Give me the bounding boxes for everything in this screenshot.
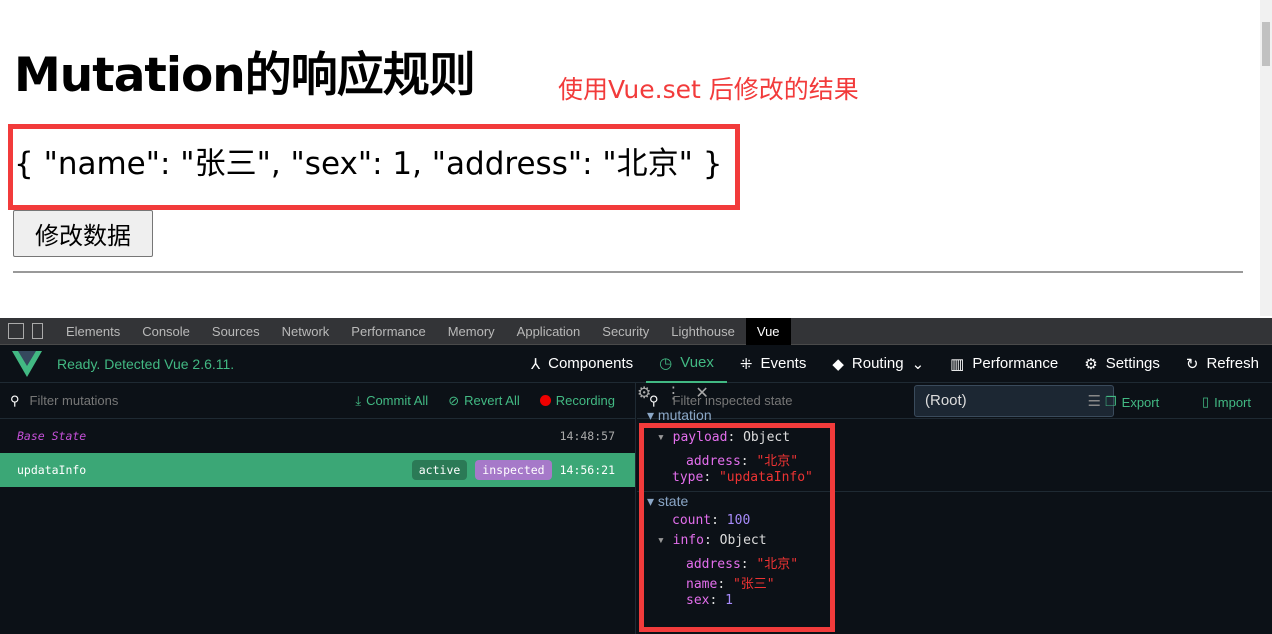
filter-mutations-input[interactable]: Filter mutations [30, 393, 119, 408]
devtools-tabbar: Elements Console Sources Network Perform… [0, 317, 1272, 402]
mutations-pane: ⚲ Filter mutations ⤓ Commit All ⊘ Revert A… [0, 383, 636, 634]
status-text: Ready. Detected Vue 2.6.11. [57, 355, 235, 372]
chevron-down-icon: ⌄ [911, 355, 925, 373]
copy-icon: ❐ [1105, 394, 1117, 409]
nav-vuex[interactable]: ◷ Vuex [646, 345, 727, 383]
commit-all-button[interactable]: ⤓ Commit All [355, 393, 428, 409]
tab-network[interactable]: Network [271, 318, 341, 345]
settings-icon: ⚙ [1084, 355, 1098, 373]
events-icon: ⁜ [739, 355, 753, 373]
record-icon [539, 395, 551, 406]
vue-header: Ready. Detected Vue 2.6.11. ⅄ Components … [0, 345, 1272, 383]
page-scrollbar[interactable] [1260, 0, 1272, 316]
device-toggle-icon[interactable] [32, 323, 43, 339]
tab-sources[interactable]: Sources [201, 318, 271, 345]
inspect-icon[interactable] [8, 323, 24, 339]
tab-memory[interactable]: Memory [437, 318, 506, 345]
tab-lighthouse[interactable]: Lighthouse [660, 318, 746, 345]
routing-icon: ◆ [832, 355, 844, 373]
page-content: Mutation的响应规则 使用Vue.set 后修改的结果 { "name":… [0, 0, 1260, 316]
refresh-icon: ↻ [1185, 355, 1199, 373]
vue-logo-icon [12, 350, 42, 377]
clipboard-icon: ▯ [1202, 394, 1210, 409]
download-icon: ⤓ [355, 392, 362, 408]
tab-performance[interactable]: Performance [340, 318, 436, 345]
tab-console[interactable]: Console [131, 318, 201, 345]
import-button[interactable]: ▯ Import [1202, 394, 1251, 410]
nav-routing[interactable]: ◆ Routing ⌄ [819, 345, 937, 383]
nav-refresh[interactable]: ↻ Refresh [1173, 345, 1272, 383]
history-icon: ◷ [659, 354, 673, 372]
mutation-row-selected[interactable]: updataInfo active inspected 14:56:21 [0, 453, 635, 487]
divider [13, 271, 1243, 273]
json-output: { "name": "张三", "sex": 1, "address": "北京… [14, 146, 723, 182]
mutation-row-base[interactable]: Base State 14:48:57 [0, 419, 635, 453]
block-icon: ⊘ [448, 392, 460, 408]
nav-settings[interactable]: ⚙ Settings [1071, 345, 1173, 383]
nav-events[interactable]: ⁜ Events [727, 345, 819, 383]
components-icon: ⅄ [530, 355, 541, 373]
nav-performance[interactable]: ▥ Performance [937, 345, 1071, 383]
tab-vue[interactable]: Vue [745, 317, 791, 345]
page-title: Mutation的响应规则 [14, 48, 476, 103]
nav-components[interactable]: ⅄ Components [518, 345, 646, 383]
active-badge: active [411, 460, 468, 480]
modify-data-button[interactable]: 修改数据 [13, 210, 153, 257]
annotation-note: 使用Vue.set 后修改的结果 [558, 75, 859, 104]
recording-button[interactable]: Recording [539, 393, 615, 408]
filter-state-input[interactable]: Filter inspected state [673, 393, 793, 408]
highlight-box-state [639, 423, 835, 632]
devtools-panel: Elements Console Sources Network Perform… [0, 317, 1272, 634]
chart-icon: ▥ [950, 355, 965, 373]
revert-all-button[interactable]: ⊘ Revert All [448, 393, 520, 409]
search-icon: ⚲ [10, 392, 20, 408]
tab-application[interactable]: Application [506, 318, 592, 345]
export-button[interactable]: ❐ Export [1105, 394, 1159, 410]
tab-security[interactable]: Security [591, 318, 660, 345]
inspected-badge: inspected [475, 460, 552, 480]
tab-elements[interactable]: Elements [55, 318, 131, 345]
root-select[interactable]: (Root) ☰ [914, 385, 1114, 417]
filter-icon: ☰ [1087, 393, 1101, 410]
